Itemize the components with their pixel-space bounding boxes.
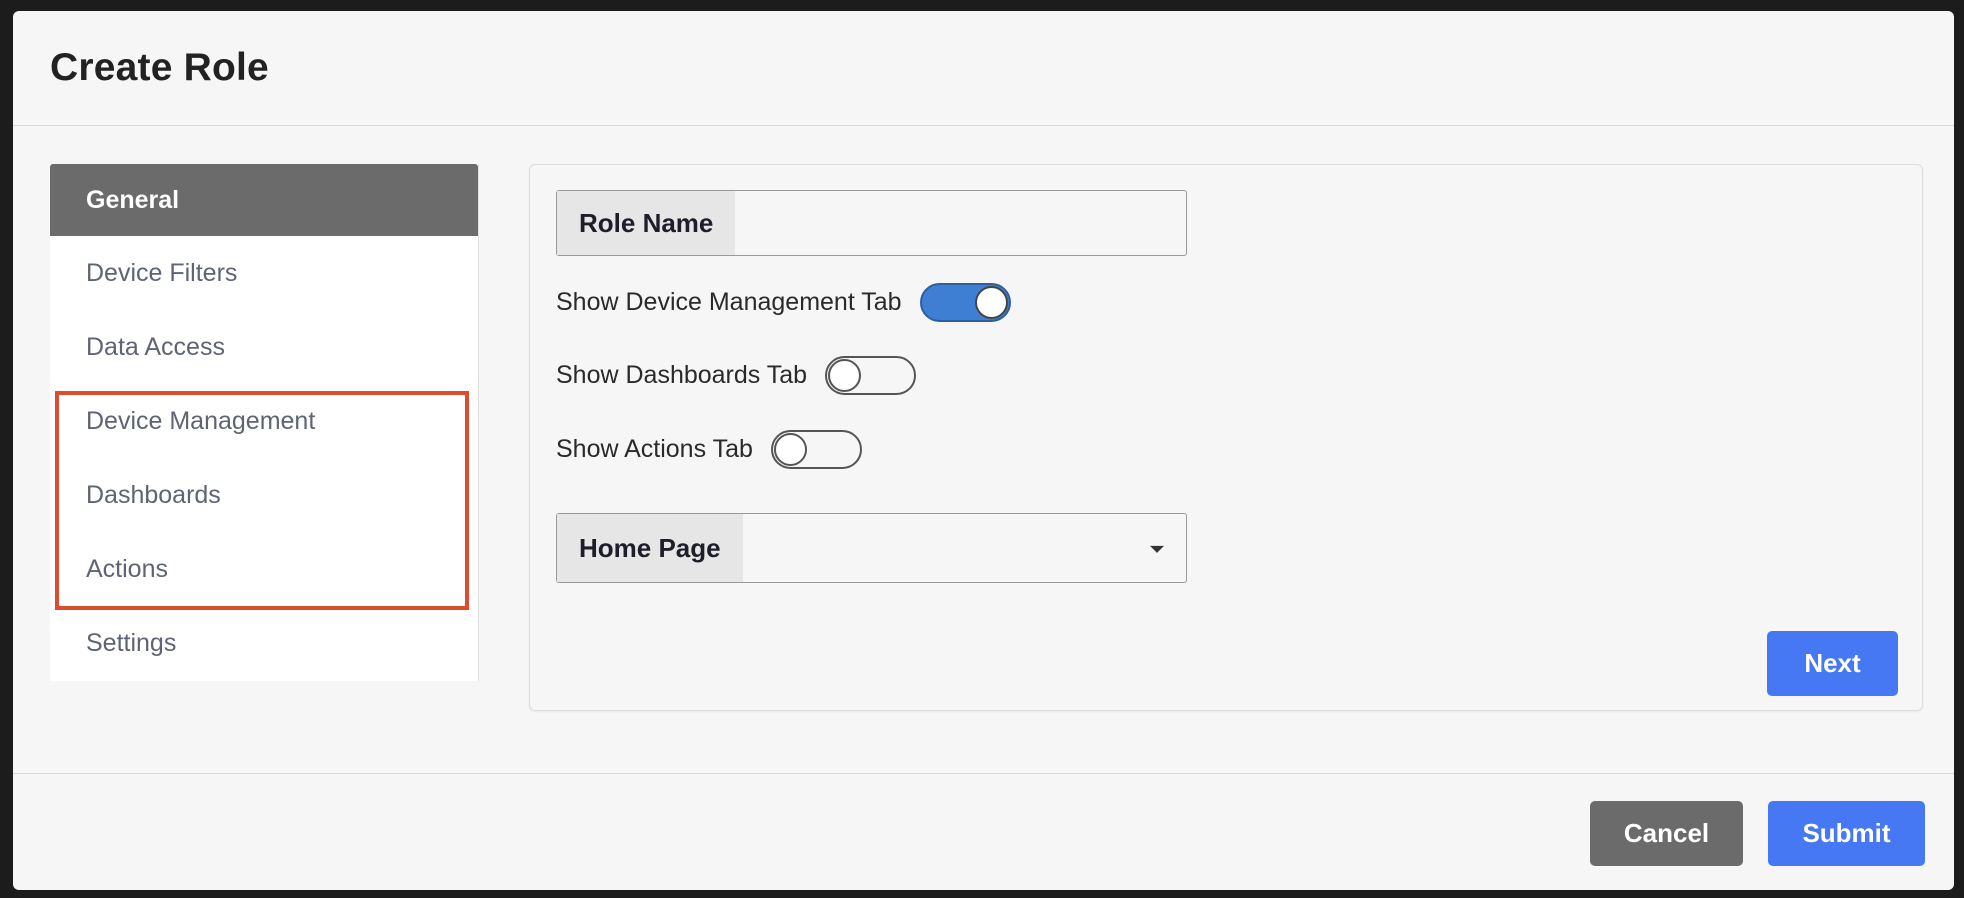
sidebar-item-general[interactable]: General xyxy=(50,164,478,236)
cancel-button[interactable]: Cancel xyxy=(1590,801,1743,866)
toggle-label: Show Actions Tab xyxy=(556,435,753,463)
home-page-field: Home Page xyxy=(556,513,1187,583)
toggle-knob xyxy=(773,433,807,466)
sidebar-item-dashboards[interactable]: Dashboards xyxy=(50,458,478,532)
home-page-select[interactable] xyxy=(743,514,1186,582)
role-name-input[interactable] xyxy=(735,191,1186,255)
role-name-label: Role Name xyxy=(557,191,736,255)
next-button[interactable]: Next xyxy=(1767,631,1898,696)
toggle-knob xyxy=(974,286,1008,319)
sidebar-item-label: Device Filters xyxy=(86,258,238,287)
toggle-label: Show Dashboards Tab xyxy=(556,361,808,389)
sidebar-item-label: Data Access xyxy=(86,332,225,361)
dialog-header: Create Role xyxy=(13,11,1954,126)
sidebar-item-settings[interactable]: Settings xyxy=(50,606,478,680)
actions-tab-toggle[interactable] xyxy=(770,430,862,469)
sidebar-item-device-filters[interactable]: Device Filters xyxy=(50,236,478,310)
sidebar-item-label: Settings xyxy=(86,628,177,657)
sidebar-item-device-management[interactable]: Device Management xyxy=(50,384,478,458)
role-sections-nav: General Device Filters Data Access Devic… xyxy=(50,164,479,681)
general-settings-panel: Role Name Show Device Management Tab Sho… xyxy=(529,164,1923,711)
role-name-field: Role Name xyxy=(556,190,1187,256)
home-page-label: Home Page xyxy=(557,514,743,582)
toggle-row-actions: Show Actions Tab xyxy=(556,430,862,469)
create-role-dialog: Create Role General Device Filters Data … xyxy=(13,11,1954,890)
sidebar-item-label: Actions xyxy=(86,554,168,583)
sidebar-item-label: Device Management xyxy=(86,406,316,435)
sidebar-item-label: Dashboards xyxy=(86,480,221,509)
dialog-title: Create Role xyxy=(50,46,269,89)
footer-divider xyxy=(13,773,1954,774)
toggle-label: Show Device Management Tab xyxy=(556,288,902,316)
caret-down-icon xyxy=(1150,545,1164,553)
sidebar-item-actions[interactable]: Actions xyxy=(50,532,478,606)
toggle-row-device-management: Show Device Management Tab xyxy=(556,283,1011,322)
submit-button[interactable]: Submit xyxy=(1768,801,1925,866)
sidebar-item-label: General xyxy=(86,185,180,214)
toggle-knob xyxy=(828,359,862,392)
device-management-tab-toggle[interactable] xyxy=(919,283,1011,322)
toggle-row-dashboards: Show Dashboards Tab xyxy=(556,356,917,395)
sidebar-item-data-access[interactable]: Data Access xyxy=(50,310,478,384)
dashboards-tab-toggle[interactable] xyxy=(825,356,917,395)
